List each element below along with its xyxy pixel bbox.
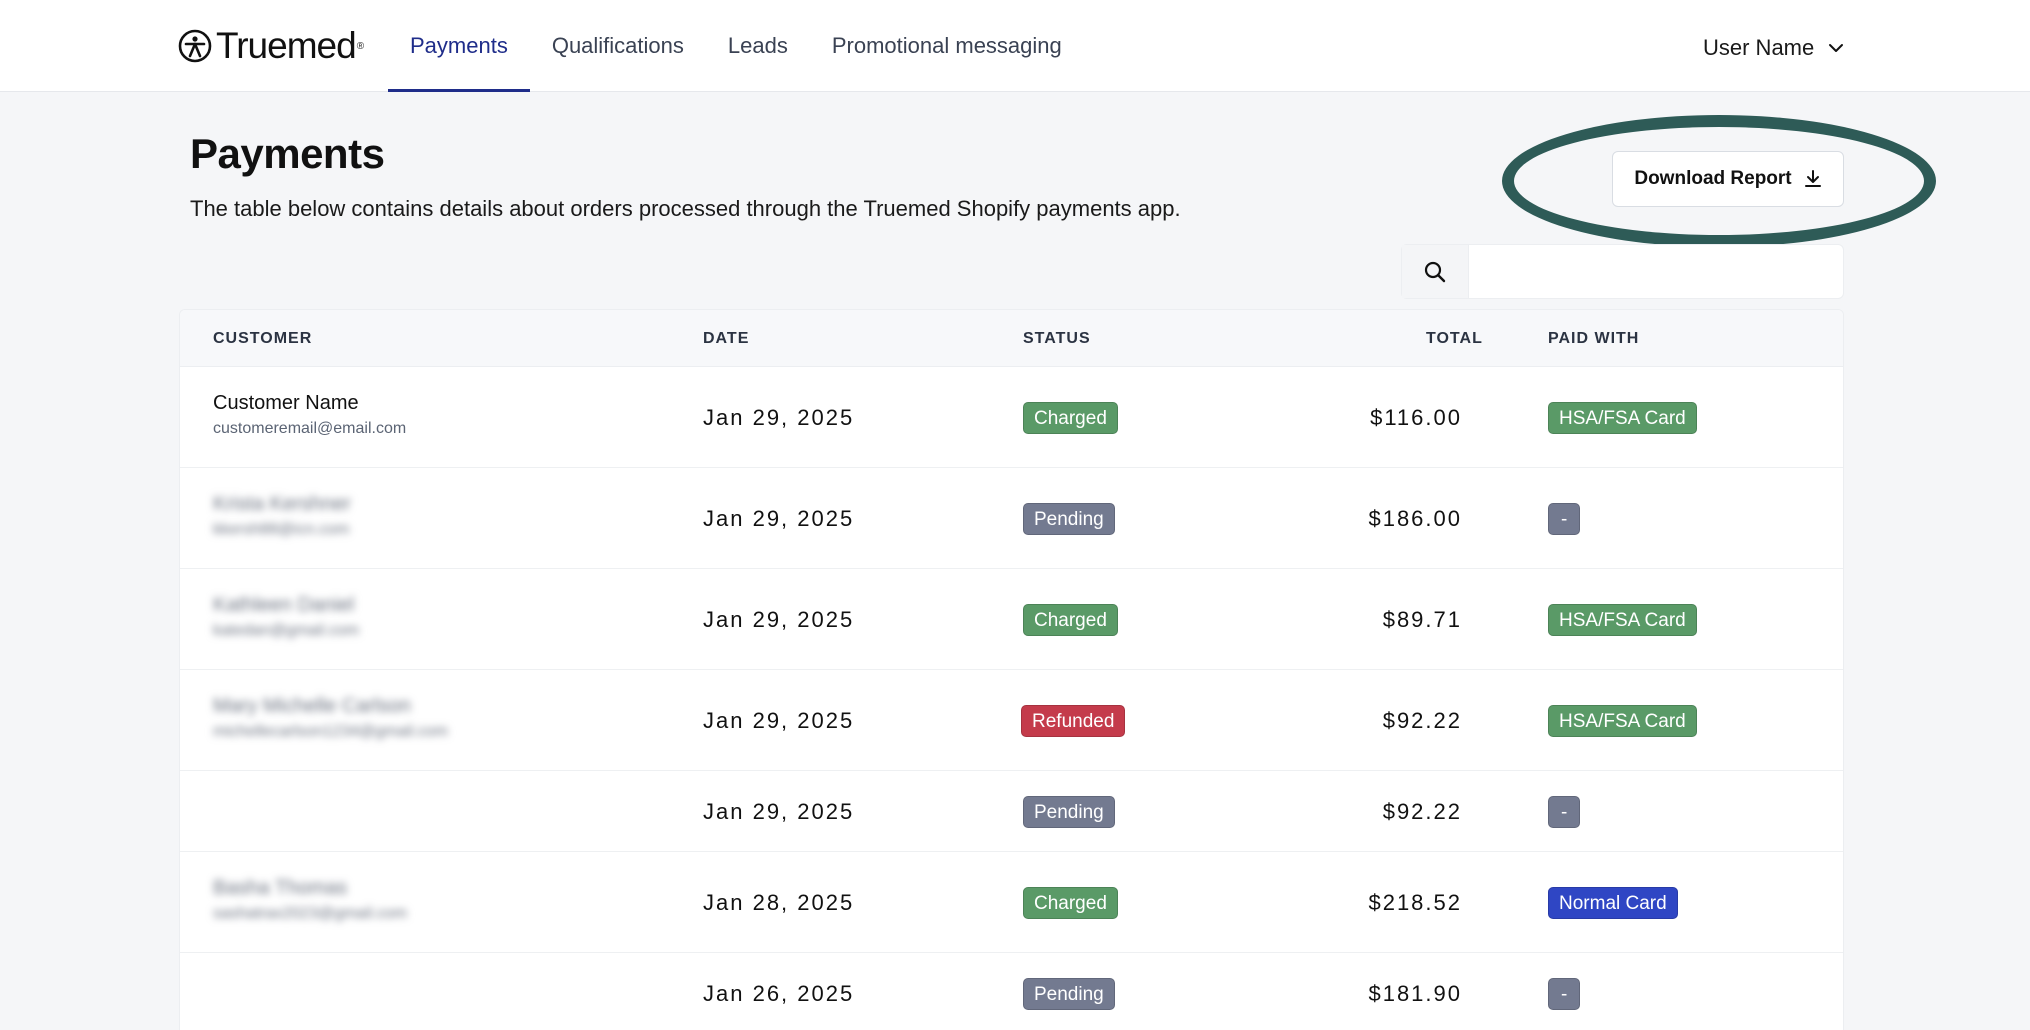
order-date: Jan 28, 2025 bbox=[703, 889, 855, 915]
order-date: Jan 29, 2025 bbox=[703, 798, 855, 824]
user-menu[interactable]: User Name bbox=[1703, 30, 1844, 66]
order-date: Jan 26, 2025 bbox=[703, 980, 855, 1006]
customer-email: michellecarlson1234@gmail.com bbox=[213, 722, 449, 740]
payment-method-badge: HSA/FSA Card bbox=[1548, 704, 1697, 737]
order-total: $92.22 bbox=[1382, 798, 1462, 824]
table-row[interactable]: Krista Kershner kkersh88@icn.com Jan 29, 2… bbox=[180, 468, 1843, 569]
status-badge: Charged bbox=[1023, 603, 1118, 636]
payments-table: CUSTOMER DATE STATUS TOTAL PAID WITH Cus… bbox=[179, 309, 1844, 1030]
page-title: Payments bbox=[190, 130, 385, 177]
status-badge: Pending bbox=[1023, 502, 1115, 535]
table-header: CUSTOMER DATE STATUS TOTAL PAID WITH bbox=[180, 310, 1843, 367]
download-report-label: Download Report bbox=[1634, 168, 1792, 189]
table-body: Customer Name customeremail@email.com Jan … bbox=[180, 367, 1843, 1030]
registered-mark: ® bbox=[356, 40, 365, 52]
status-cell: Charged bbox=[1023, 603, 1118, 636]
download-report-button[interactable]: Download Report bbox=[1612, 151, 1844, 207]
paid-with-cell: HSA/FSA Card bbox=[1548, 401, 1697, 434]
column-header-date[interactable]: DATE bbox=[703, 330, 749, 348]
payment-method-badge: - bbox=[1548, 795, 1581, 828]
brand-name: Truemed bbox=[216, 25, 357, 66]
customer-name: Customer Name bbox=[213, 391, 359, 414]
status-badge: Charged bbox=[1023, 886, 1118, 919]
paid-with-cell: - bbox=[1548, 977, 1581, 1010]
payment-method-badge: - bbox=[1548, 977, 1581, 1010]
column-header-customer[interactable]: CUSTOMER bbox=[213, 330, 312, 348]
customer-email: katedan@gmail.com bbox=[213, 621, 360, 639]
customer-name: Mary Michelle Carlson bbox=[213, 694, 411, 717]
order-date: Jan 29, 2025 bbox=[703, 505, 855, 531]
order-date: Jan 29, 2025 bbox=[703, 707, 855, 733]
chevron-down-icon bbox=[1829, 44, 1844, 52]
payment-method-badge: HSA/FSA Card bbox=[1548, 603, 1697, 636]
status-cell: Pending bbox=[1023, 977, 1115, 1010]
order-total: $186.00 bbox=[1368, 505, 1462, 531]
nav-tabs: Payments Qualifications Leads Promotiona… bbox=[388, 0, 1084, 92]
top-nav: Truemed ® Payments Qualifications Leads … bbox=[0, 0, 2030, 92]
search-icon bbox=[1424, 261, 1446, 282]
customer-name: Kathleen Daniel bbox=[213, 593, 355, 616]
paid-with-cell: HSA/FSA Card bbox=[1548, 603, 1697, 636]
user-name: User Name bbox=[1703, 35, 1815, 60]
search-input[interactable] bbox=[1469, 245, 1843, 298]
column-header-status[interactable]: STATUS bbox=[1023, 330, 1091, 348]
status-cell: Pending bbox=[1023, 795, 1115, 828]
brand-logo[interactable]: Truemed ® bbox=[178, 26, 364, 66]
search-box bbox=[1401, 244, 1844, 299]
paid-with-cell: - bbox=[1548, 795, 1581, 828]
table-row[interactable]: Basha Thomas sashatrax2023@gmail.com Jan 2… bbox=[180, 852, 1843, 953]
tab-promotional-messaging[interactable]: Promotional messaging bbox=[810, 0, 1084, 92]
tab-qualifications[interactable]: Qualifications bbox=[530, 0, 706, 92]
paid-with-cell: HSA/FSA Card bbox=[1548, 704, 1697, 737]
column-header-paid-with[interactable]: PAID WITH bbox=[1548, 330, 1639, 348]
status-badge: Refunded bbox=[1021, 704, 1126, 737]
column-header-total[interactable]: TOTAL bbox=[1426, 330, 1483, 348]
order-date: Jan 29, 2025 bbox=[703, 404, 855, 430]
customer-name: Basha Thomas bbox=[213, 876, 348, 899]
status-badge: Pending bbox=[1023, 795, 1115, 828]
order-total: $218.52 bbox=[1368, 889, 1462, 915]
payment-method-badge: - bbox=[1548, 502, 1581, 535]
customer-name: Krista Kershner bbox=[213, 492, 351, 515]
order-date: Jan 29, 2025 bbox=[703, 606, 855, 632]
order-total: $116.00 bbox=[1370, 404, 1462, 430]
order-total: $89.71 bbox=[1382, 606, 1462, 632]
paid-with-cell: Normal Card bbox=[1548, 886, 1678, 919]
status-cell: Refunded bbox=[1021, 704, 1126, 737]
search-icon-wrap[interactable] bbox=[1402, 245, 1469, 298]
status-badge: Pending bbox=[1023, 977, 1115, 1010]
truemed-logo-icon bbox=[178, 29, 212, 63]
paid-with-cell: - bbox=[1548, 502, 1581, 535]
status-cell: Charged bbox=[1023, 401, 1118, 434]
customer-email: customeremail@email.com bbox=[213, 419, 407, 437]
order-total: $181.90 bbox=[1368, 980, 1462, 1006]
table-row[interactable]: Jan 29, 2025 Pending $92.22 - bbox=[180, 771, 1843, 852]
status-badge: Charged bbox=[1023, 401, 1118, 434]
page-description: The table below contains details about o… bbox=[190, 196, 1181, 221]
download-icon bbox=[1804, 170, 1821, 187]
status-cell: Charged bbox=[1023, 886, 1118, 919]
customer-email: sashatrax2023@gmail.com bbox=[213, 904, 408, 922]
payment-method-badge: Normal Card bbox=[1548, 886, 1678, 919]
status-cell: Pending bbox=[1023, 502, 1115, 535]
tab-payments[interactable]: Payments bbox=[388, 0, 530, 92]
table-row[interactable]: Mary Michelle Carlson michellecarlson1234… bbox=[180, 670, 1843, 771]
payment-method-badge: HSA/FSA Card bbox=[1548, 401, 1697, 434]
table-row[interactable]: Jan 26, 2025 Pending $181.90 - bbox=[180, 953, 1843, 1030]
customer-email: kkersh88@icn.com bbox=[213, 520, 350, 538]
table-row[interactable]: Customer Name customeremail@email.com Jan … bbox=[180, 367, 1843, 468]
order-total: $92.22 bbox=[1382, 707, 1462, 733]
table-row[interactable]: Kathleen Daniel katedan@gmail.com Jan 29, … bbox=[180, 569, 1843, 670]
tab-leads[interactable]: Leads bbox=[706, 0, 810, 92]
